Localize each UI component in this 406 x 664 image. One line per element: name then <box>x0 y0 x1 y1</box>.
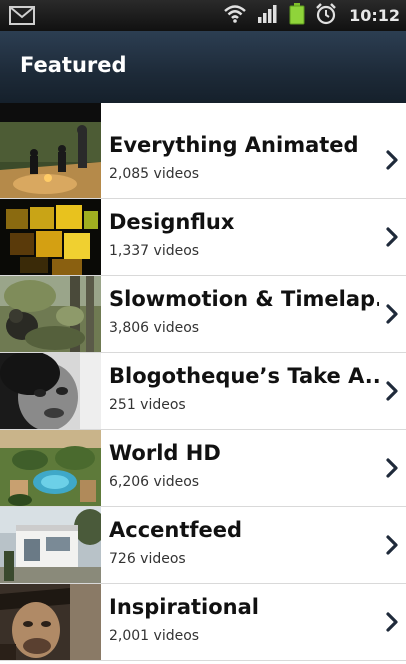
page-title: Featured <box>20 53 127 77</box>
gmail-icon <box>9 6 35 29</box>
signal-icon <box>257 4 279 28</box>
thumbnail-bw-face <box>0 353 101 429</box>
thumbnail-aerial-resort <box>0 430 101 506</box>
channel-name: Everything Animated <box>109 133 359 157</box>
list-item[interactable]: Designflux 1,337 videos <box>0 199 406 276</box>
video-count: 2,085 videos <box>109 166 200 182</box>
channel-name: World HD <box>109 441 221 465</box>
thumbnail-portrait <box>0 584 101 660</box>
list-item[interactable]: World HD 6,206 videos <box>0 430 406 507</box>
chevron-right-icon <box>385 149 399 175</box>
thumbnail-forest-animal <box>0 276 101 352</box>
video-count: 3,806 videos <box>109 320 200 336</box>
channel-name: Designflux <box>109 210 235 234</box>
channel-list[interactable]: Everything Animated 2,085 videos Designf… <box>0 103 406 664</box>
video-count: 1,337 videos <box>109 243 200 259</box>
status-bar: 10:12 <box>0 0 406 31</box>
chevron-right-icon <box>385 534 399 560</box>
channel-name: Slowmotion & Timelap... <box>109 287 379 311</box>
thumbnail-animated-scene <box>0 122 101 198</box>
chevron-right-icon <box>385 303 399 329</box>
list-item[interactable]: Inspirational 2,001 videos <box>0 584 406 661</box>
thumbnail-modern-house <box>0 507 101 583</box>
chevron-right-icon <box>385 380 399 406</box>
video-count: 726 videos <box>109 551 186 567</box>
wifi-icon <box>223 4 247 28</box>
list-item[interactable]: Blogotheque’s Take A... 251 videos <box>0 353 406 430</box>
list-item[interactable]: Everything Animated 2,085 videos <box>0 122 406 199</box>
list-item[interactable]: Slowmotion & Timelap... 3,806 videos <box>0 276 406 353</box>
channel-name: Accentfeed <box>109 518 243 542</box>
channel-name: Inspirational <box>109 595 260 619</box>
chevron-right-icon <box>385 226 399 252</box>
video-count: 2,001 videos <box>109 628 200 644</box>
video-count: 6,206 videos <box>109 474 200 490</box>
chevron-right-icon <box>385 457 399 483</box>
thumbnail-glowing-cubes <box>0 199 101 275</box>
status-time: 10:12 <box>349 6 400 25</box>
list-item[interactable]: Accentfeed 726 videos <box>0 507 406 584</box>
video-count: 251 videos <box>109 397 186 413</box>
action-bar: Featured <box>0 31 406 103</box>
alarm-icon <box>315 2 337 29</box>
list-item-partial[interactable] <box>0 103 406 123</box>
channel-name: Blogotheque’s Take A... <box>109 364 379 388</box>
chevron-right-icon <box>385 611 399 637</box>
thumbnail-partial <box>0 103 101 122</box>
battery-icon <box>289 2 305 29</box>
